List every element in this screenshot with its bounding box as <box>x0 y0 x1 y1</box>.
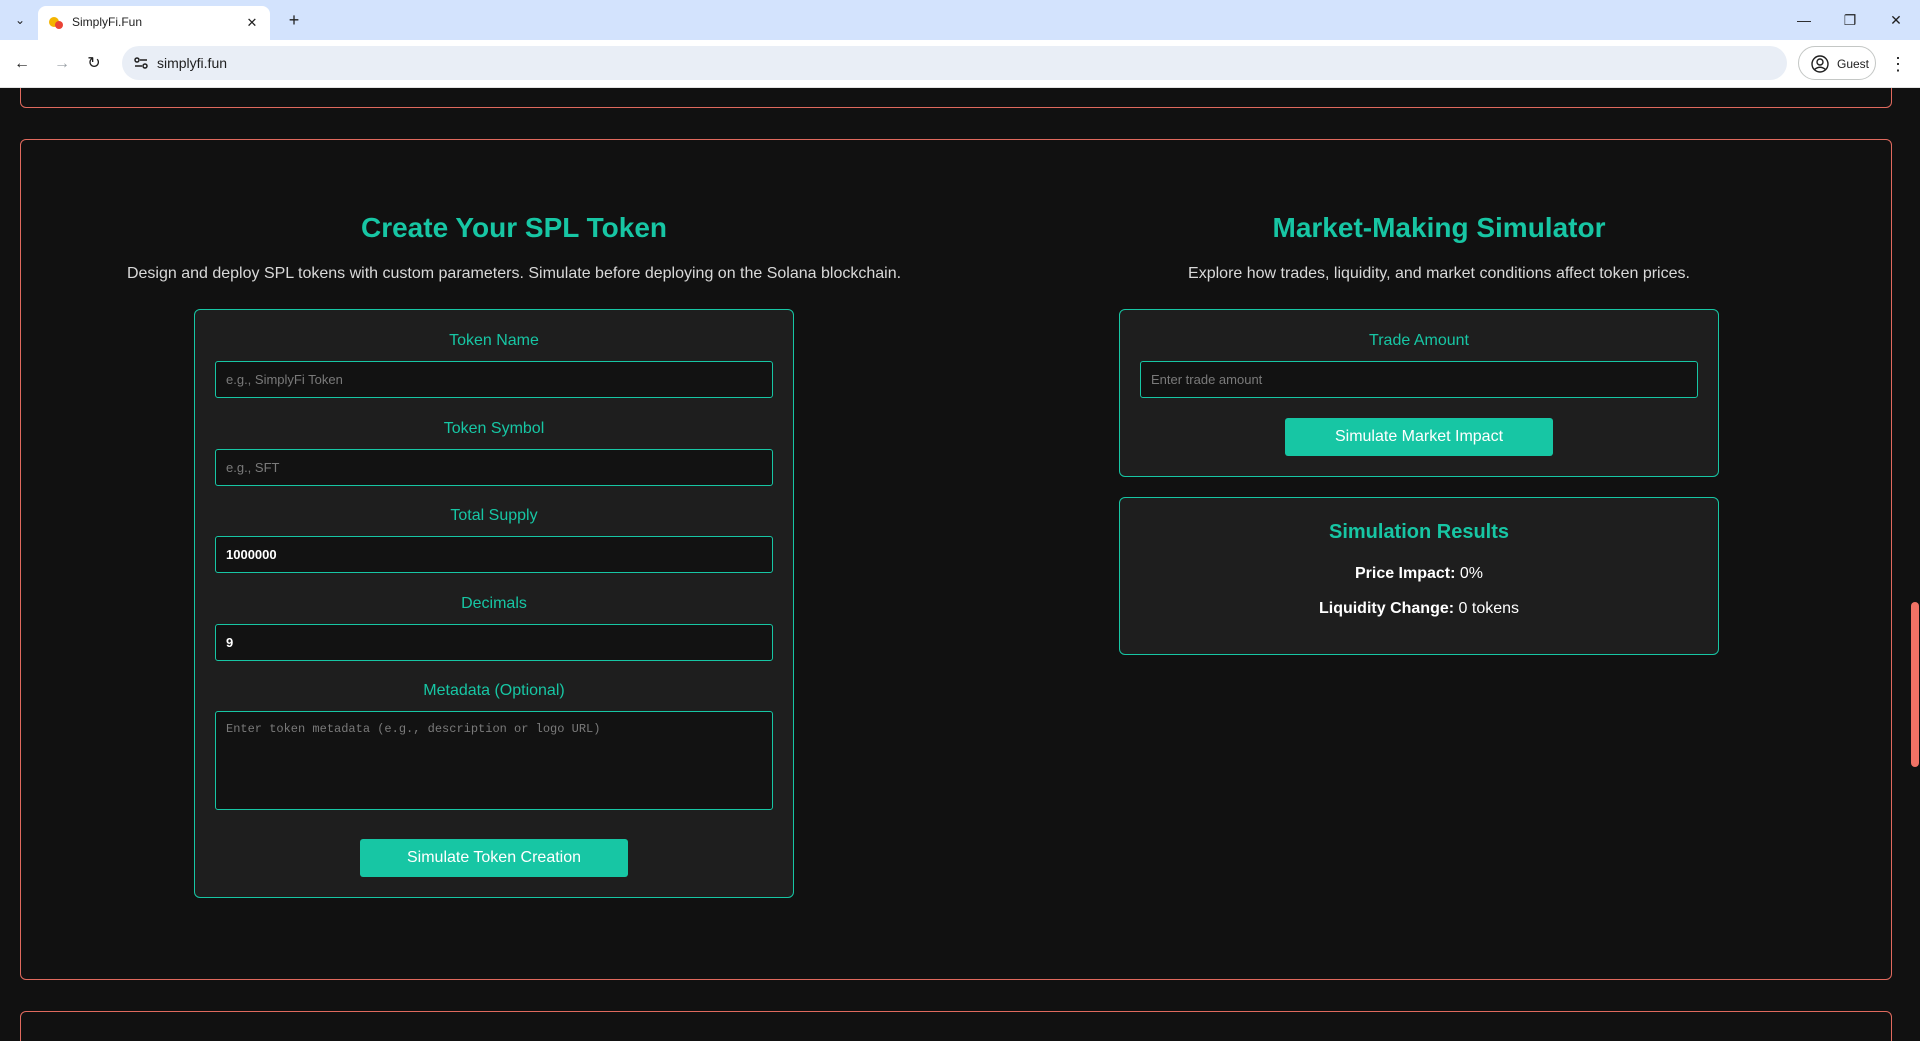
liquidity-change-label: Liquidity Change: <box>1318 600 1455 617</box>
trade-amount-form: Trade Amount Simulate Market Impact <box>1119 309 1719 477</box>
page-viewport: Create Your SPL Token Design and deploy … <box>0 88 1920 1041</box>
profile-label: Guest <box>1837 57 1870 71</box>
simulation-results-title: Simulation Results <box>1328 521 1510 543</box>
url-text: simplyfi.fun <box>157 55 228 71</box>
total-supply-input[interactable] <box>215 536 773 573</box>
tab-search-chevron-icon[interactable]: ⌄ <box>8 8 32 32</box>
price-impact-result: Price Impact: 0% <box>1120 565 1718 583</box>
token-creator-description: Design and deploy SPL tokens with custom… <box>126 265 902 282</box>
simulate-market-impact-button[interactable]: Simulate Market Impact <box>1285 418 1553 456</box>
total-supply-label: Total Supply <box>450 507 538 524</box>
scrollbar-thumb[interactable] <box>1911 602 1919 767</box>
trade-amount-input[interactable] <box>1140 361 1698 398</box>
token-symbol-input[interactable] <box>215 449 773 486</box>
price-impact-label: Price Impact: <box>1354 565 1456 582</box>
decimals-input[interactable] <box>215 624 773 661</box>
token-creator-title: Create Your SPL Token <box>360 212 668 243</box>
market-simulator-title: Market-Making Simulator <box>1272 212 1606 243</box>
window-close-icon[interactable]: ✕ <box>1878 6 1914 34</box>
address-bar[interactable]: simplyfi.fun <box>122 46 1787 80</box>
browser-toolbar: ← → ↻ simplyfi.fun Guest ⋮ <box>0 40 1920 88</box>
page-scrollbar[interactable] <box>1910 88 1920 1041</box>
tab-close-icon[interactable]: ✕ <box>242 13 262 33</box>
new-tab-icon[interactable]: + <box>282 8 306 32</box>
minimize-icon[interactable]: — <box>1786 6 1822 34</box>
next-section <box>20 1011 1892 1041</box>
site-favicon-icon <box>49 17 63 29</box>
market-simulator-description: Explore how trades, liquidity, and marke… <box>1188 265 1690 282</box>
token-symbol-label: Token Symbol <box>443 420 545 437</box>
simulate-token-creation-button[interactable]: Simulate Token Creation <box>360 839 628 877</box>
liquidity-change-value: 0 tokens <box>1458 600 1520 617</box>
back-arrow-icon[interactable]: ← <box>8 50 36 78</box>
previous-section <box>20 88 1892 108</box>
trade-amount-label: Trade Amount <box>1369 332 1469 349</box>
restore-icon[interactable]: ❐ <box>1832 6 1868 34</box>
browser-menu-icon[interactable]: ⋮ <box>1886 50 1910 78</box>
token-name-input[interactable] <box>215 361 773 398</box>
profile-avatar-icon <box>1811 55 1829 73</box>
browser-tab-bar: ⌄ SimplyFi.Fun ✕ + — ❐ ✕ <box>0 0 1920 40</box>
profile-button[interactable]: Guest <box>1798 46 1876 80</box>
tab-title: SimplyFi.Fun <box>72 15 143 29</box>
reload-icon[interactable]: ↻ <box>80 50 108 78</box>
decimals-label: Decimals <box>461 595 527 612</box>
token-name-label: Token Name <box>449 332 539 349</box>
simulation-results-card: Simulation Results Price Impact: 0% Liqu… <box>1119 497 1719 655</box>
browser-tab[interactable]: SimplyFi.Fun ✕ <box>38 6 270 40</box>
metadata-label: Metadata (Optional) <box>423 682 565 699</box>
liquidity-change-result: Liquidity Change: 0 tokens <box>1120 600 1718 618</box>
metadata-textarea[interactable] <box>215 711 773 810</box>
forward-arrow-icon[interactable]: → <box>48 50 76 78</box>
site-info-icon[interactable] <box>132 54 150 72</box>
token-creator-form: Token Name Token Symbol Total Supply Dec… <box>194 309 794 898</box>
tools-section: Create Your SPL Token Design and deploy … <box>20 139 1892 980</box>
price-impact-value: 0% <box>1459 565 1484 582</box>
